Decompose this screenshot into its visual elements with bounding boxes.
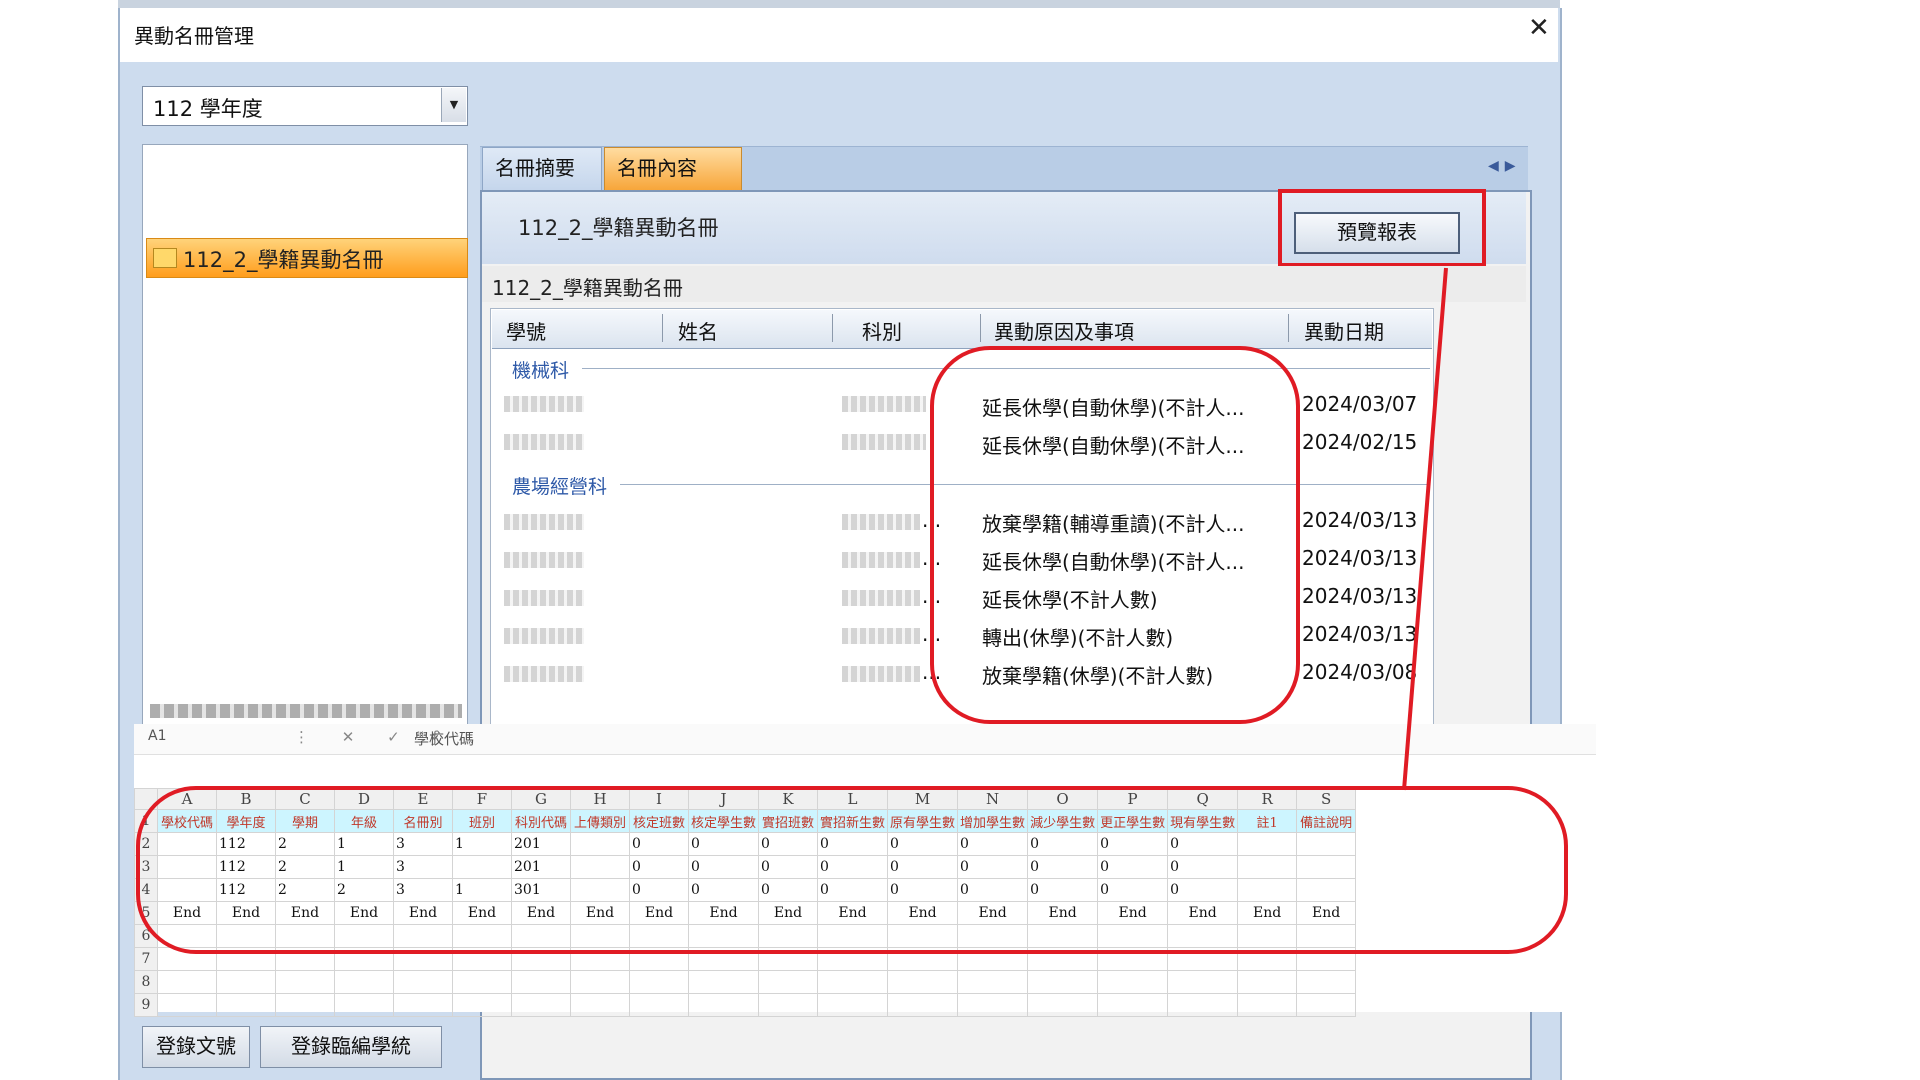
highlight-ellipse [930, 346, 1300, 724]
empty-cell[interactable] [1296, 993, 1357, 1017]
group-header-farm-management[interactable]: 農場經營科 [512, 472, 607, 499]
highlight-ellipse-sheet [136, 786, 1568, 954]
column-separator [832, 314, 833, 342]
student-id-obscured [504, 514, 584, 530]
department-obscured [842, 396, 926, 412]
empty-cell[interactable] [511, 993, 571, 1017]
row-number[interactable]: 7 [134, 947, 158, 971]
tab-summary[interactable]: 名冊摘要 [482, 147, 602, 190]
empty-cell[interactable] [452, 970, 512, 994]
empty-cell[interactable] [687, 993, 760, 1017]
column-header-name[interactable]: 姓名 [678, 316, 718, 345]
list-title: 112_2_學籍異動名冊 [492, 276, 683, 300]
group-header-mechanical[interactable]: 機械科 [512, 356, 569, 383]
empty-cell[interactable] [1097, 993, 1169, 1017]
empty-cell[interactable] [452, 993, 512, 1017]
department-obscured [842, 552, 920, 568]
background-desktop-strip [118, 0, 1560, 8]
empty-cell[interactable] [957, 970, 1029, 994]
column-header-department[interactable]: 科別 [862, 316, 902, 345]
student-id-obscured [504, 666, 584, 682]
column-header-date[interactable]: 異動日期 [1304, 316, 1384, 345]
empty-cell[interactable] [393, 970, 453, 994]
empty-cell[interactable] [957, 993, 1029, 1017]
column-separator [662, 314, 663, 342]
row-number[interactable]: 8 [134, 970, 158, 994]
tab-content[interactable]: 名冊內容 [604, 147, 742, 190]
empty-cell[interactable] [570, 993, 630, 1017]
close-icon[interactable]: ✕ [1528, 14, 1550, 42]
empty-cell[interactable] [887, 993, 959, 1017]
department-obscured [842, 434, 926, 450]
empty-cell[interactable] [629, 993, 689, 1017]
title-bar [120, 8, 1558, 62]
empty-cell[interactable] [157, 993, 217, 1017]
empty-cell[interactable] [157, 970, 217, 994]
panel-title: 112_2_學籍異動名冊 [518, 216, 719, 240]
connector-line [1402, 267, 1448, 791]
empty-cell[interactable] [1296, 970, 1357, 994]
student-id-obscured [504, 434, 584, 450]
student-id-obscured [504, 396, 584, 412]
tree-item-label: 112_2_學籍異動名冊 [183, 248, 384, 272]
empty-cell[interactable] [216, 970, 276, 994]
chevron-down-icon[interactable]: ▼ [441, 88, 466, 122]
column-separator [980, 314, 981, 342]
department-obscured [842, 628, 920, 644]
empty-cell[interactable] [1167, 993, 1239, 1017]
student-id-obscured [504, 552, 584, 568]
folder-icon [153, 248, 177, 268]
empty-cell[interactable] [216, 993, 276, 1017]
empty-cell[interactable] [887, 970, 959, 994]
department-obscured [842, 590, 920, 606]
highlight-box [1278, 189, 1486, 267]
empty-cell[interactable] [334, 970, 394, 994]
empty-cell[interactable] [1167, 970, 1239, 994]
department-obscured [842, 666, 920, 682]
empty-cell[interactable] [758, 993, 819, 1017]
empty-cell[interactable] [1237, 993, 1298, 1017]
empty-cell[interactable] [629, 970, 689, 994]
department-obscured [842, 514, 920, 530]
empty-cell[interactable] [1237, 970, 1298, 994]
empty-cell[interactable] [1027, 970, 1099, 994]
empty-cell[interactable] [275, 970, 335, 994]
register-doc-number-button[interactable]: 登錄文號 [142, 1026, 250, 1068]
tab-strip: 名冊摘要 名冊內容 [480, 146, 1528, 191]
empty-cell[interactable] [511, 970, 571, 994]
student-id-obscured [504, 628, 584, 644]
empty-cell[interactable] [687, 970, 760, 994]
tab-scroll-arrows-icon[interactable]: ◀▶ [1488, 158, 1522, 174]
student-id-obscured [504, 590, 584, 606]
empty-cell[interactable] [1027, 993, 1099, 1017]
empty-cell[interactable] [817, 993, 889, 1017]
tree-item-obscured[interactable] [150, 704, 462, 718]
grid-header: 學號 姓名 科別 異動原因及事項 異動日期 [492, 310, 1432, 349]
formula-bar: A1 ⋮ ✕ ✓ ƒ 學校代碼 [134, 724, 1596, 755]
empty-cell[interactable] [817, 970, 889, 994]
column-header-student-id[interactable]: 學號 [506, 316, 546, 345]
column-header-reason[interactable]: 異動原因及事項 [994, 316, 1134, 345]
empty-cell[interactable] [393, 993, 453, 1017]
register-temp-id-button[interactable]: 登錄臨編學統 [260, 1026, 442, 1068]
empty-cell[interactable] [334, 993, 394, 1017]
column-separator [1288, 314, 1289, 342]
name-box[interactable]: A1 [148, 728, 248, 748]
window-title: 異動名冊管理 [134, 24, 254, 48]
empty-cell[interactable] [1097, 970, 1169, 994]
empty-cell[interactable] [570, 970, 630, 994]
roster-tree[interactable] [142, 144, 468, 736]
tree-item-selected[interactable]: 112_2_學籍異動名冊 [146, 238, 468, 278]
year-select-value: 112 學年度 [153, 97, 263, 121]
year-select[interactable]: 112 學年度 ▼ [142, 86, 468, 126]
empty-cell[interactable] [758, 970, 819, 994]
empty-cell[interactable] [275, 993, 335, 1017]
row-number[interactable]: 9 [134, 993, 158, 1017]
formula-value[interactable]: 學校代碼 [414, 728, 474, 749]
